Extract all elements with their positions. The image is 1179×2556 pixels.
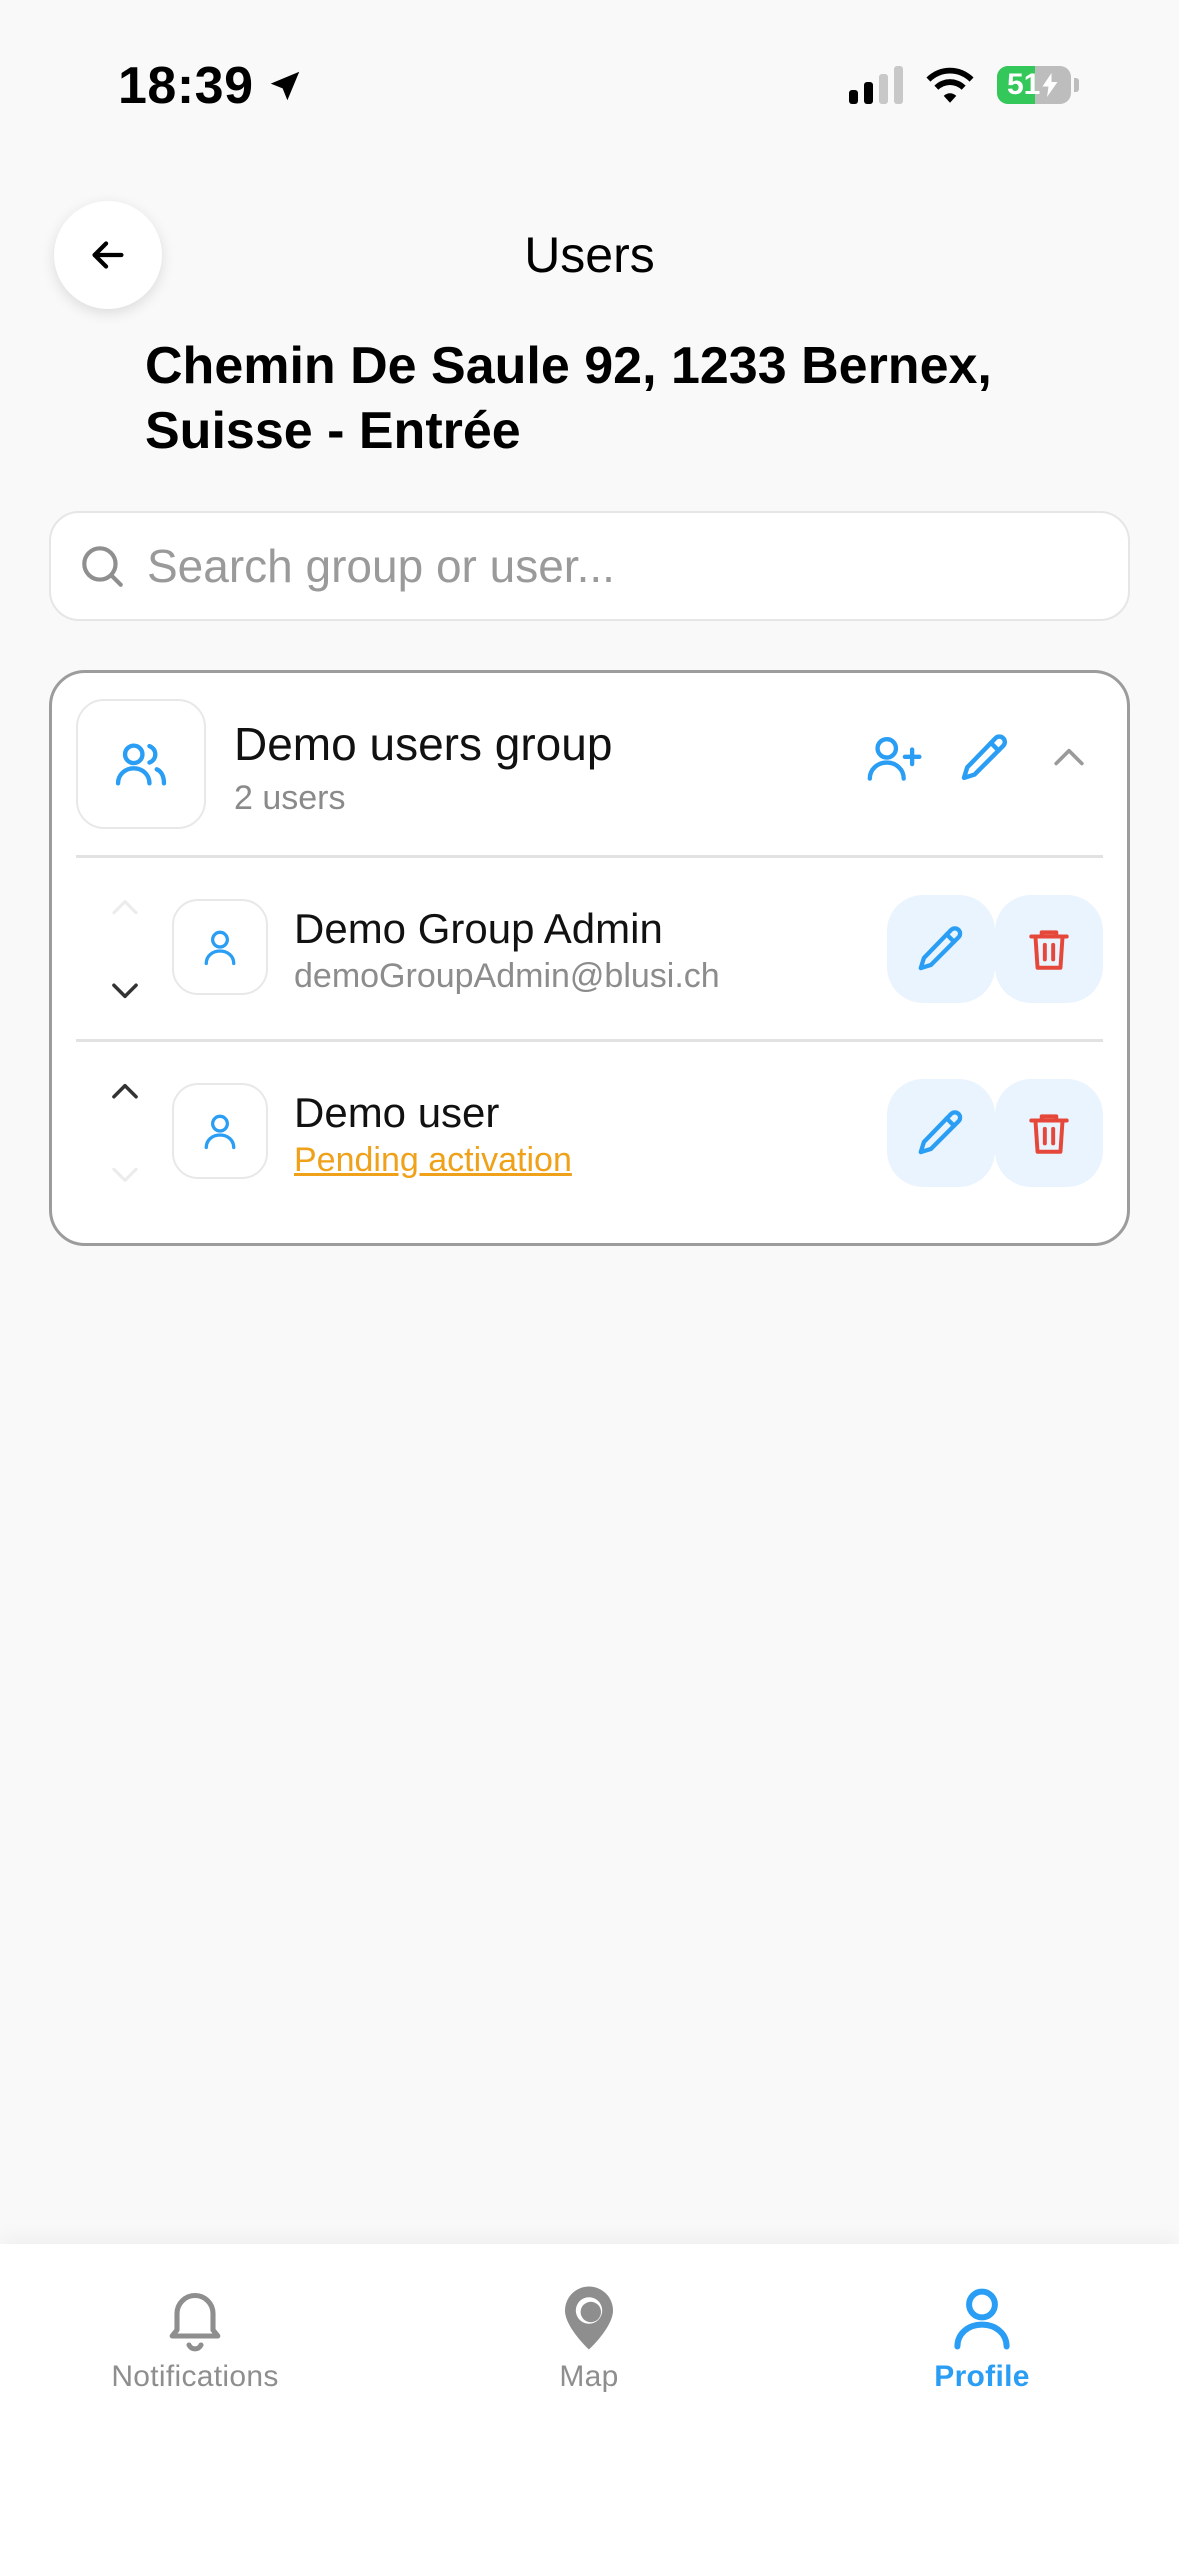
- pencil-icon: [918, 926, 963, 971]
- avatar: [172, 1083, 268, 1179]
- user-actions: [887, 895, 1103, 1003]
- edit-group-icon[interactable]: [957, 730, 1013, 786]
- tab-label: Map: [559, 2360, 619, 2393]
- divider: [76, 1039, 1103, 1042]
- tab-label: Notifications: [111, 2360, 279, 2393]
- status-bar: 18:39 51: [0, 0, 1179, 150]
- search-input[interactable]: [147, 539, 1047, 593]
- bell-icon: [169, 2292, 221, 2352]
- wifi-icon: [926, 67, 974, 103]
- cellular-signal-icon: [849, 66, 903, 104]
- map-pin-icon: [565, 2286, 613, 2350]
- delete-user-button[interactable]: [995, 895, 1103, 1003]
- user-group-card: Demo users group 2 users Demo Group Admi…: [49, 670, 1130, 1246]
- trash-icon: [1029, 1114, 1069, 1154]
- tab-label: Profile: [934, 2360, 1030, 2393]
- user-name: Demo Group Admin: [294, 905, 663, 952]
- group-name: Demo users group: [234, 718, 613, 770]
- divider: [76, 855, 1103, 858]
- edit-user-button[interactable]: [887, 895, 995, 1003]
- trash-icon: [1029, 930, 1069, 970]
- bottom-tab-bar: Notifications Map Profile: [0, 2244, 1179, 2556]
- location-arrow-icon: [270, 71, 299, 101]
- group-user-count: 2 users: [234, 779, 346, 817]
- charging-bolt-icon: [1042, 73, 1058, 97]
- move-down-icon[interactable]: [106, 971, 144, 1009]
- battery-indicator: 51: [997, 66, 1079, 104]
- tab-notifications[interactable]: Notifications: [70, 2282, 320, 2394]
- edit-user-button[interactable]: [887, 1079, 995, 1187]
- delete-user-button[interactable]: [995, 1079, 1103, 1187]
- pencil-icon: [918, 1110, 963, 1155]
- move-up-icon: [112, 900, 138, 915]
- reorder-control: [100, 889, 150, 1009]
- group-actions: [865, 729, 1091, 787]
- page-title: Users: [524, 227, 655, 283]
- user-icon: [954, 2288, 1010, 2350]
- time-text: 18:39: [118, 57, 254, 115]
- avatar: [172, 899, 268, 995]
- user-row: Demo Group Admin demoGroupAdmin@blusi.ch: [52, 859, 1127, 1039]
- search-icon: [82, 546, 123, 587]
- reorder-control: [100, 1073, 150, 1193]
- chevron-up-icon[interactable]: [1047, 736, 1091, 780]
- pending-activation-link[interactable]: Pending activation: [294, 1141, 572, 1180]
- location-address: Chemin De Saule 92, 1233 Bernex, Suisse …: [145, 337, 992, 460]
- user-row: Demo user Pending activation: [52, 1043, 1127, 1223]
- tab-profile[interactable]: Profile: [857, 2282, 1107, 2394]
- user-actions: [887, 1079, 1103, 1187]
- user-icon: [204, 930, 236, 966]
- clock: 18:39: [118, 56, 304, 116]
- user-icon: [204, 1114, 236, 1150]
- users-icon: [115, 743, 167, 786]
- group-avatar: [76, 699, 206, 829]
- battery-level: 51: [1007, 68, 1041, 101]
- user-name: Demo user: [294, 1089, 500, 1136]
- move-down-icon: [112, 1167, 138, 1182]
- tab-map[interactable]: Map: [464, 2282, 714, 2394]
- user-email: demoGroupAdmin@blusi.ch: [294, 957, 720, 995]
- add-user-icon[interactable]: [865, 729, 923, 787]
- search-bar[interactable]: [49, 511, 1130, 621]
- status-indicators: 51: [849, 66, 1079, 104]
- move-up-icon[interactable]: [106, 1073, 144, 1111]
